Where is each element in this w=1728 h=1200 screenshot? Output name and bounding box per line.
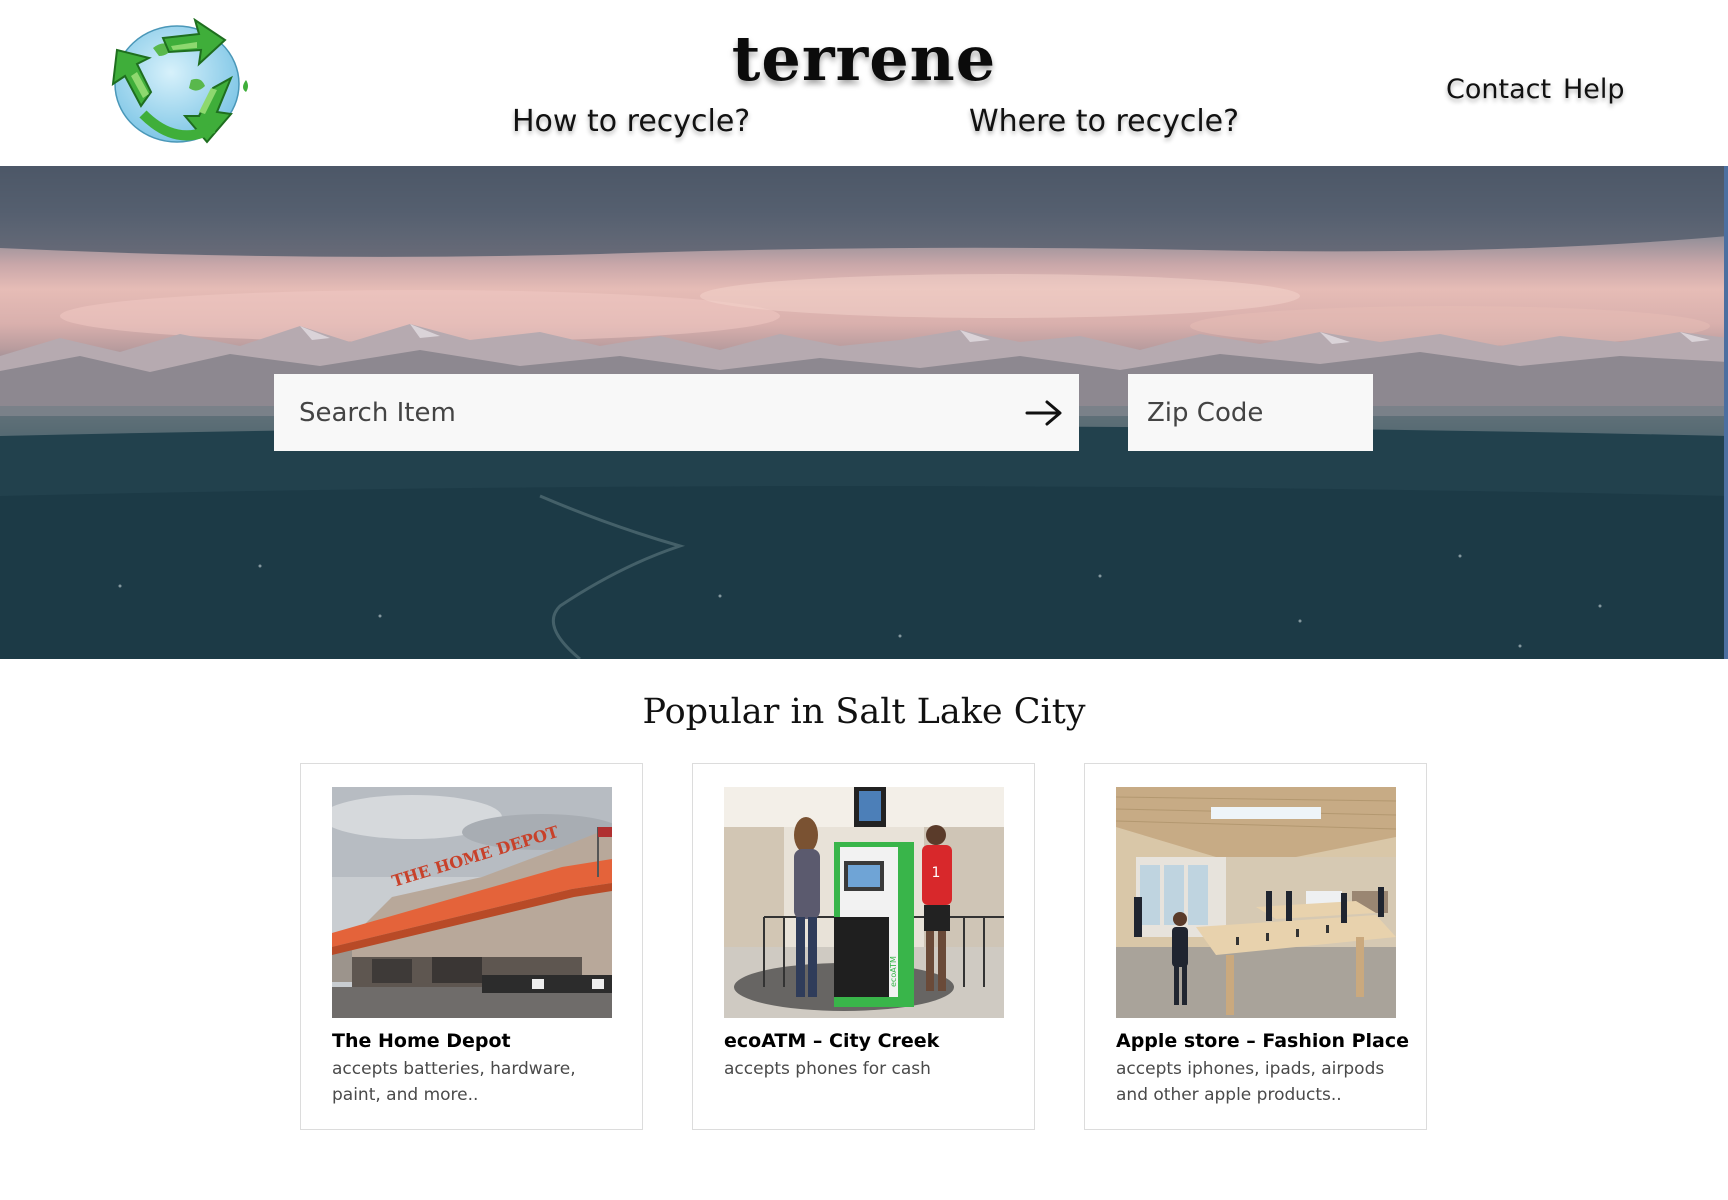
location-card-apple-store[interactable]: Apple store – Fashion Place accepts ipho… [1084, 763, 1427, 1130]
card-title: The Home Depot [332, 1030, 511, 1052]
ecoatm-kiosk-image: ecoATM 1 [724, 787, 1004, 1018]
zip-code-field [1128, 374, 1373, 451]
search-input[interactable] [274, 374, 1009, 451]
search-submit-button[interactable] [1009, 374, 1079, 451]
hero-scroll-edge [1724, 166, 1728, 659]
card-description: accepts iphones, ipads, airpods and othe… [1116, 1059, 1385, 1105]
nav-how-to-recycle[interactable]: How to recycle? [512, 104, 750, 139]
home-depot-image: THE HOME DEPOT [332, 787, 612, 1018]
nav-contact[interactable]: Contact [1446, 74, 1551, 105]
card-description: accepts phones for cash [724, 1059, 931, 1079]
svg-text:1: 1 [932, 865, 941, 881]
card-title: Apple store – Fashion Place [1116, 1030, 1409, 1052]
card-description: accepts batteries, hardware, paint, and … [332, 1059, 576, 1105]
zip-code-input[interactable] [1128, 374, 1373, 451]
hero-banner [0, 166, 1728, 659]
arrow-right-icon [1025, 400, 1062, 425]
location-card-ecoatm[interactable]: ecoATM 1 ecoATM – City Creek accepts pho… [692, 763, 1035, 1130]
card-title: ecoATM – City Creek [724, 1030, 940, 1052]
svg-text:ecoATM: ecoATM [889, 956, 898, 987]
location-card-home-depot[interactable]: THE HOME DEPOT The Home Depot accepts ba… [300, 763, 643, 1130]
search-bar [274, 374, 1079, 451]
popular-section-title: Popular in Salt Lake City [642, 692, 1086, 732]
nav-help[interactable]: Help [1563, 74, 1625, 105]
nav-where-to-recycle[interactable]: Where to recycle? [969, 104, 1239, 139]
apple-store-image [1116, 787, 1396, 1018]
site-header: terrene How to recycle? Where to recycle… [0, 0, 1728, 166]
